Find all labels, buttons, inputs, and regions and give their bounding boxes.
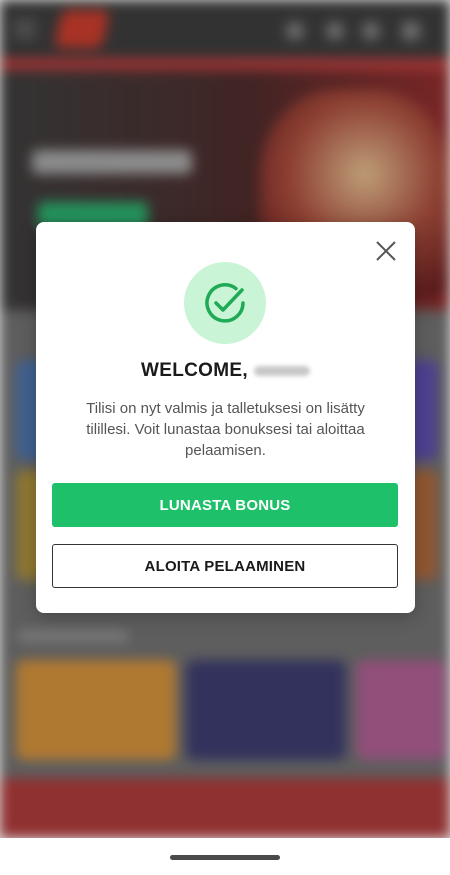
check-circle-icon (205, 283, 245, 323)
claim-bonus-button[interactable]: LUNASTA BONUS (52, 483, 398, 527)
close-button[interactable] (375, 240, 397, 262)
screen: WELCOME, Tilisi on nyt valmis ja talletu… (0, 0, 450, 875)
close-icon (376, 241, 396, 261)
welcome-message: Tilisi on nyt valmis ja talletuksesi on … (86, 400, 365, 459)
welcome-modal: WELCOME, Tilisi on nyt valmis ja talletu… (36, 222, 415, 613)
welcome-text: WELCOME, (141, 360, 248, 381)
home-indicator-area (0, 838, 450, 875)
redacted-username (253, 365, 310, 376)
start-playing-button[interactable]: ALOITA PELAAMINEN (52, 544, 398, 588)
home-indicator[interactable] (170, 855, 280, 860)
welcome-heading: WELCOME, (36, 360, 415, 382)
success-badge (184, 262, 266, 344)
